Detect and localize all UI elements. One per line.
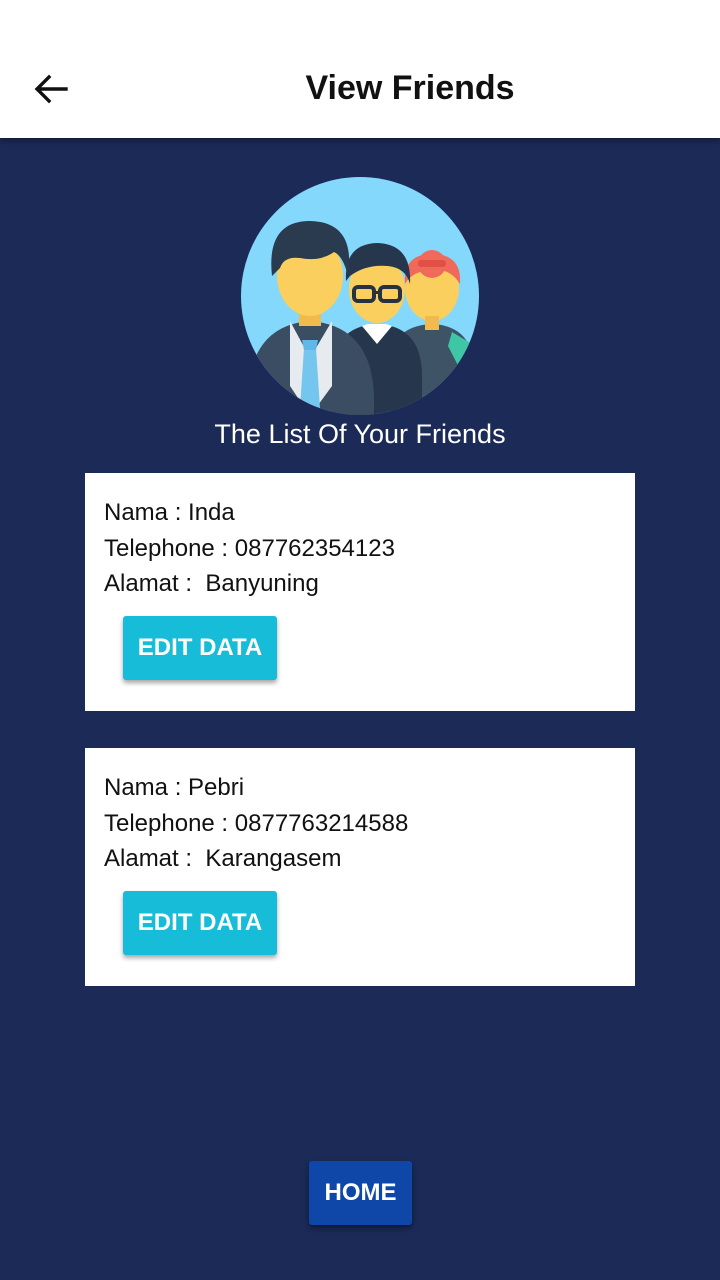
view-friends-screen: View Friends The List Of Your Friends Na…	[0, 0, 720, 1280]
edit-data-button[interactable]: EDIT DATA	[123, 891, 277, 955]
friend-address: Alamat : Karangasem	[104, 845, 342, 872]
friend-address: Alamat : Banyuning	[104, 570, 319, 597]
app-bar: View Friends	[0, 0, 720, 138]
friends-group-icon	[240, 176, 480, 416]
home-button[interactable]: HOME	[309, 1161, 412, 1225]
friend-telephone: Telephone : 0877763214588	[104, 809, 409, 837]
friend-name: Nama : Pebri	[104, 774, 245, 801]
friend-name: Nama : Inda	[104, 499, 235, 526]
list-subtitle: The List Of Your Friends	[214, 419, 506, 449]
friend-card: Nama : Pebri Telephone : 0877763214588 A…	[85, 748, 635, 986]
page-title: View Friends	[305, 69, 515, 107]
friend-telephone: Telephone : 087762354123	[104, 534, 395, 562]
edit-data-button[interactable]: EDIT DATA	[123, 616, 277, 680]
friend-card: Nama : Inda Telephone : 087762354123 Ala…	[85, 473, 635, 711]
